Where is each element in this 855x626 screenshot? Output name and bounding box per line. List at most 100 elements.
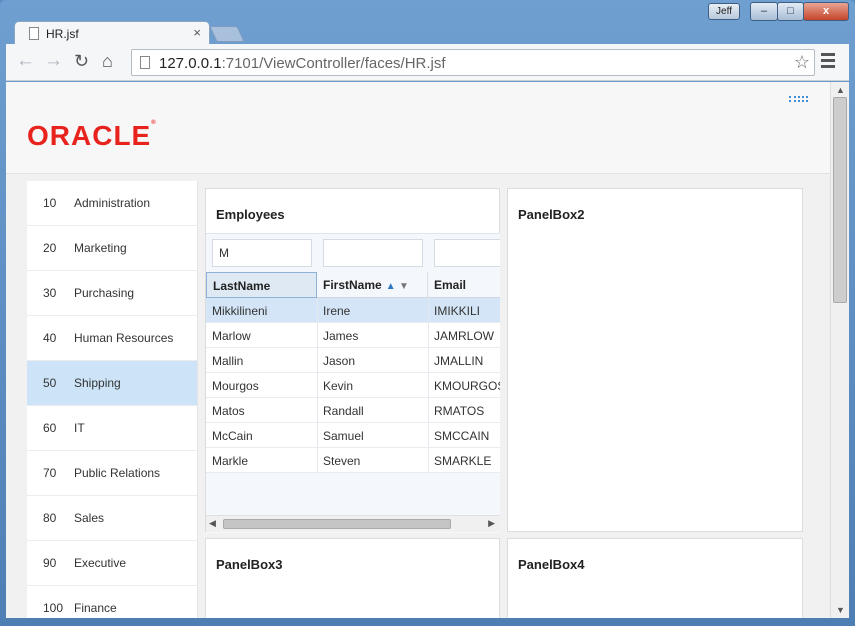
table-header-row: LastName FirstName ▲ ▼ Email — [206, 272, 500, 298]
forward-arrow-icon[interactable]: → — [44, 51, 63, 71]
lastname-cell: Mallin — [212, 354, 244, 368]
horizontal-scrollbar[interactable]: ◀ ▶ — [206, 515, 500, 532]
lastname-filter-input[interactable] — [212, 239, 312, 267]
lastname-cell: Mourgos — [212, 379, 259, 393]
oracle-logo: ORACLE® — [27, 120, 156, 151]
browser-window: Jeff – □ x HR.jsf × ← → ↻ ⌂ 127.0.0.1:71… — [0, 0, 855, 626]
page-header: ORACLE® — [6, 82, 830, 174]
panelbox4: PanelBox4 — [507, 538, 803, 618]
table-row[interactable]: Mikkilineni Irene IMIKKILI — [206, 298, 500, 323]
sidebar-item-department[interactable]: 20 Marketing — [27, 226, 197, 271]
firstname-cell: James — [323, 329, 359, 343]
sidebar-item-department[interactable]: 70 Public Relations — [27, 451, 197, 496]
vertical-scrollbar[interactable]: ▲ ▼ — [830, 82, 849, 618]
title-bar: Jeff – □ x HR.jsf × — [0, 0, 855, 45]
department-name: IT — [74, 421, 85, 435]
department-name: Executive — [74, 556, 127, 570]
department-id: 60 — [43, 421, 57, 435]
department-name: Sales — [74, 511, 105, 525]
panelbox3: PanelBox3 — [205, 538, 500, 618]
department-name: Marketing — [74, 241, 127, 255]
sidebar-item-department[interactable]: 60 IT — [27, 406, 197, 451]
table-row[interactable]: Mallin Jason JMALLIN — [206, 348, 500, 373]
email-filter-input[interactable] — [434, 239, 500, 267]
sort-ascending-icon[interactable]: ▲ — [386, 281, 396, 292]
sort-descending-icon[interactable]: ▼ — [399, 281, 409, 292]
scrollbar-thumb[interactable] — [833, 97, 847, 303]
department-name: Finance — [74, 601, 117, 615]
url-text[interactable]: 127.0.0.1:7101/ViewController/faces/HR.j… — [159, 55, 446, 72]
reload-icon[interactable]: ↻ — [74, 51, 89, 71]
column-divider — [317, 323, 318, 347]
header-menu-icon[interactable] — [789, 96, 808, 102]
browser-tab[interactable]: HR.jsf × — [14, 21, 210, 45]
panel-title: Employees — [216, 207, 285, 222]
firstname-cell: Jason — [323, 354, 356, 368]
page-viewport: ORACLE® 10 Administration 20 Marketing 30 Pur… — [6, 82, 849, 618]
email-cell: IMIKKILI — [434, 304, 481, 318]
department-id: 20 — [43, 241, 57, 255]
filter-row — [206, 234, 500, 271]
sidebar-item-department[interactable]: 10 Administration — [27, 181, 197, 226]
scroll-up-icon[interactable]: ▲ — [836, 85, 845, 95]
scrollbar-thumb[interactable] — [223, 519, 451, 529]
bookmark-star-icon[interactable]: ☆ — [794, 52, 810, 73]
sidebar-item-department[interactable]: 40 Human Resources — [27, 316, 197, 361]
sidebar-item-department[interactable]: 80 Sales — [27, 496, 197, 541]
table-row[interactable]: McCain Samuel SMCCAIN — [206, 423, 500, 448]
column-header-email[interactable]: Email — [428, 272, 500, 298]
email-cell: KMOURGOS — [434, 379, 500, 393]
department-id: 40 — [43, 331, 57, 345]
scroll-right-icon[interactable]: ▶ — [488, 518, 495, 529]
close-window-button[interactable]: x — [803, 2, 849, 21]
browser-toolbar: ← → ↻ ⌂ 127.0.0.1:7101/ViewController/fa… — [6, 44, 849, 81]
column-header-lastname[interactable]: LastName — [206, 272, 317, 298]
firstname-cell: Randall — [323, 404, 364, 418]
home-icon[interactable]: ⌂ — [102, 51, 113, 71]
scroll-left-icon[interactable]: ◀ — [209, 518, 216, 529]
department-list: 10 Administration 20 Marketing 30 Purchasing 4… — [27, 181, 198, 618]
column-divider — [428, 348, 429, 372]
column-divider — [428, 323, 429, 347]
firstname-cell: Irene — [323, 304, 351, 318]
column-header-firstname[interactable]: FirstName ▲ ▼ — [317, 272, 428, 298]
sidebar-item-department[interactable]: 90 Executive — [27, 541, 197, 586]
minimize-button[interactable]: – — [750, 2, 778, 21]
panel-title: PanelBox2 — [518, 207, 585, 222]
browser-menu-icon[interactable] — [821, 53, 835, 71]
sidebar-item-department[interactable]: 100 Finance — [27, 586, 197, 618]
url-host: 127.0.0.1 — [159, 55, 222, 72]
panel-title: PanelBox4 — [518, 557, 585, 572]
department-id: 70 — [43, 466, 57, 480]
table-row[interactable]: Marlow James JAMRLOW — [206, 323, 500, 348]
column-divider — [428, 298, 429, 322]
table-body: Mikkilineni Irene IMIKKILI Marlow James JAMRL… — [206, 298, 500, 473]
email-cell: RMATOS — [434, 404, 485, 418]
back-arrow-icon[interactable]: ← — [16, 51, 35, 71]
table-row[interactable]: Markle Steven SMARKLE — [206, 448, 500, 473]
column-divider — [317, 423, 318, 447]
email-cell: JMALLIN — [434, 354, 484, 368]
firstname-cell: Samuel — [323, 429, 364, 443]
department-name: Administration — [74, 196, 151, 210]
scroll-down-icon[interactable]: ▼ — [836, 605, 845, 615]
page-icon — [29, 27, 39, 40]
department-name: Shipping — [74, 376, 121, 390]
column-divider — [317, 373, 318, 397]
column-divider — [428, 423, 429, 447]
table-row[interactable]: Mourgos Kevin KMOURGOS — [206, 373, 500, 398]
column-divider — [317, 298, 318, 322]
sidebar-item-department[interactable]: 50 Shipping — [27, 361, 197, 406]
maximize-button[interactable]: □ — [777, 2, 804, 21]
employees-table: LastName FirstName▲ ▼ Email Mikkilineni I… — [206, 233, 500, 533]
profile-badge[interactable]: Jeff — [708, 3, 740, 20]
sidebar-item-department[interactable]: 30 Purchasing — [27, 271, 197, 316]
tab-close-icon[interactable]: × — [193, 25, 201, 40]
table-row[interactable]: Matos Randall RMATOS — [206, 398, 500, 423]
address-bar[interactable]: 127.0.0.1:7101/ViewController/faces/HR.j… — [131, 49, 815, 76]
department-name: Human Resources — [74, 331, 174, 345]
department-name: Purchasing — [74, 286, 135, 300]
firstname-filter-input[interactable] — [323, 239, 423, 267]
new-tab-button[interactable] — [209, 26, 245, 42]
column-divider — [428, 398, 429, 422]
